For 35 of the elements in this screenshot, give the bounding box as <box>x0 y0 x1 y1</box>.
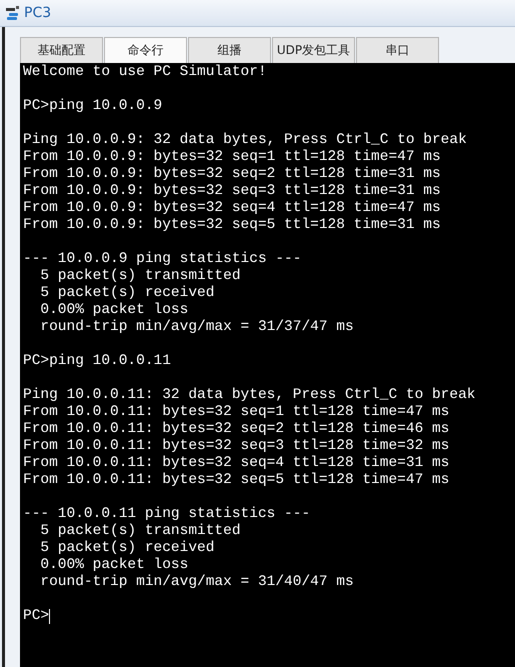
text-cursor <box>49 609 50 624</box>
terminal-line: round-trip min/avg/max = 31/40/47 ms <box>39 574 354 591</box>
window-title: PC3 <box>24 5 52 21</box>
terminal-line: From 10.0.0.9: bytes=32 seq=2 ttl=128 time=31 ms <box>23 166 441 183</box>
terminal-line: --- 10.0.0.9 ping statistics --- <box>23 251 302 268</box>
terminal-line: 0.00% packet loss <box>39 302 188 319</box>
tab[interactable]: 基础配置 <box>20 37 103 63</box>
terminal-line: --- 10.0.0.11 ping statistics --- <box>23 506 310 523</box>
terminal-line: 5 packet(s) received <box>39 540 214 557</box>
terminal-line: From 10.0.0.11: bytes=32 seq=4 ttl=128 time=31 ms <box>23 455 450 472</box>
tab[interactable]: UDP发包工具 <box>272 37 355 63</box>
terminal-line: 5 packet(s) received <box>39 285 214 302</box>
terminal-line: 0.00% packet loss <box>39 557 188 574</box>
terminal-line: 5 packet(s) transmitted <box>39 268 241 285</box>
network-icon <box>5 5 21 21</box>
terminal-line: PC>ping 10.0.0.11 <box>23 353 171 370</box>
terminal-line: From 10.0.0.9: bytes=32 seq=3 ttl=128 time=31 ms <box>23 183 441 200</box>
terminal-line: From 10.0.0.9: bytes=32 seq=4 ttl=128 time=47 ms <box>23 200 441 217</box>
tab[interactable]: 串口 <box>356 37 439 63</box>
terminal-console[interactable] <box>20 63 515 667</box>
terminal-line: 5 packet(s) transmitted <box>39 523 241 540</box>
terminal-line: From 10.0.0.11: bytes=32 seq=1 ttl=128 time=47 ms <box>23 404 450 421</box>
terminal-line: From 10.0.0.11: bytes=32 seq=5 ttl=128 time=47 ms <box>23 472 450 489</box>
terminal-line: From 10.0.0.9: bytes=32 seq=1 ttl=128 time=47 ms <box>23 149 441 166</box>
terminal-line: Welcome to use PC Simulator! <box>23 64 267 81</box>
terminal-line: From 10.0.0.11: bytes=32 seq=3 ttl=128 time=32 ms <box>23 438 450 455</box>
tab[interactable]: 命令行 <box>104 37 187 63</box>
terminal-line: Ping 10.0.0.11: 32 data bytes, Press Ctrl_C to break <box>23 387 476 404</box>
terminal-line: Ping 10.0.0.9: 32 data bytes, Press Ctrl_C to break <box>23 132 467 149</box>
terminal-line: From 10.0.0.9: bytes=32 seq=5 ttl=128 time=31 ms <box>23 217 441 234</box>
tab[interactable]: 组播 <box>188 37 271 63</box>
terminal-line: From 10.0.0.11: bytes=32 seq=2 ttl=128 time=46 ms <box>23 421 450 438</box>
terminal-line: PC>ping 10.0.0.9 <box>23 98 162 115</box>
terminal-line: round-trip min/avg/max = 31/37/47 ms <box>39 319 354 336</box>
command-prompt: PC> <box>23 608 50 625</box>
